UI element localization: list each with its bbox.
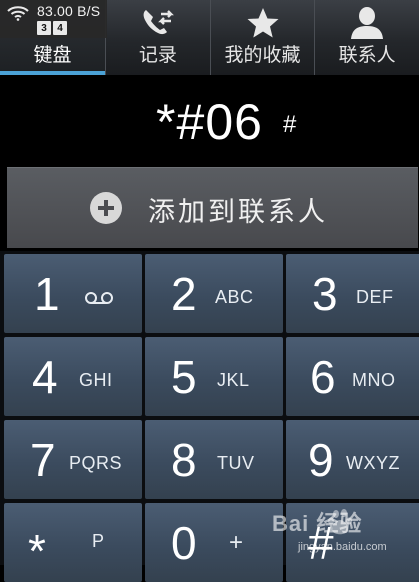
call-log-icon <box>138 6 178 40</box>
key-digit: 1 <box>34 268 60 320</box>
number-display[interactable]: *#06 # <box>0 75 419 165</box>
key-4[interactable]: 4 GHI <box>4 337 142 416</box>
key-digit: 7 <box>30 434 56 486</box>
wifi-icon <box>7 6 29 21</box>
tab-favorites[interactable]: 我的收藏 <box>209 0 315 75</box>
star-icon <box>243 6 283 40</box>
watermark-brand: Bai 经验 <box>272 511 363 536</box>
watermark-url: jingyan.baidu.com <box>298 541 387 553</box>
key-letters: P <box>92 531 105 551</box>
key-digit: * <box>28 525 46 577</box>
key-digit: 2 <box>171 268 197 320</box>
key-digit: 5 <box>171 351 197 403</box>
key-letters: + <box>229 529 244 556</box>
add-to-contacts-label: 添加到联系人 <box>148 197 328 228</box>
key-letters: MNO <box>352 370 396 390</box>
key-8[interactable]: 8 TUV <box>145 420 283 499</box>
key-2[interactable]: 2 ABC <box>145 254 283 333</box>
person-icon <box>347 6 387 40</box>
key-letters: TUV <box>217 453 255 473</box>
key-digit: 8 <box>171 434 197 486</box>
key-0[interactable]: 0 + <box>145 503 283 582</box>
dialed-number: *#06 <box>156 94 263 150</box>
key-letters: JKL <box>217 370 250 390</box>
tab-keypad-label: 键盘 <box>33 44 72 66</box>
sim-badge: 3 <box>37 21 51 35</box>
key-digit: 9 <box>308 434 334 486</box>
tab-call-log-label: 记录 <box>138 44 177 66</box>
key-digit: 3 <box>312 268 338 320</box>
plus-circle-icon <box>90 192 122 224</box>
key-6[interactable]: 6 MNO <box>286 337 419 416</box>
network-speed: 83.00 B/S <box>37 3 101 19</box>
key-5[interactable]: 5 JKL <box>145 337 283 416</box>
sim-badge: 4 <box>53 21 67 35</box>
key-7[interactable]: 7 PQRS <box>4 420 142 499</box>
tab-contacts[interactable]: 联系人 <box>314 0 419 75</box>
tab-call-log[interactable]: 记录 <box>105 0 210 75</box>
key-9[interactable]: 9 WXYZ <box>286 420 419 499</box>
key-3[interactable]: 3 DEF <box>286 254 419 333</box>
key-letters: ABC <box>215 287 254 307</box>
key-letters: PQRS <box>69 453 123 473</box>
sim-badges: 3 4 <box>37 21 67 35</box>
key-star[interactable]: * P <box>4 503 142 582</box>
voicemail-icon <box>85 292 113 304</box>
key-letters: DEF <box>356 287 394 307</box>
status-overlay: 83.00 B/S 3 4 <box>0 0 107 38</box>
hash-hint: # <box>283 111 297 138</box>
key-1[interactable]: 1 <box>4 254 142 333</box>
tab-contacts-label: 联系人 <box>338 44 396 66</box>
key-digit: 6 <box>310 351 336 403</box>
key-digit: 4 <box>32 351 58 403</box>
tab-favorites-label: 我的收藏 <box>224 44 301 66</box>
key-digit: 0 <box>171 517 197 569</box>
key-letters: WXYZ <box>346 453 400 473</box>
key-letters: GHI <box>79 370 113 390</box>
